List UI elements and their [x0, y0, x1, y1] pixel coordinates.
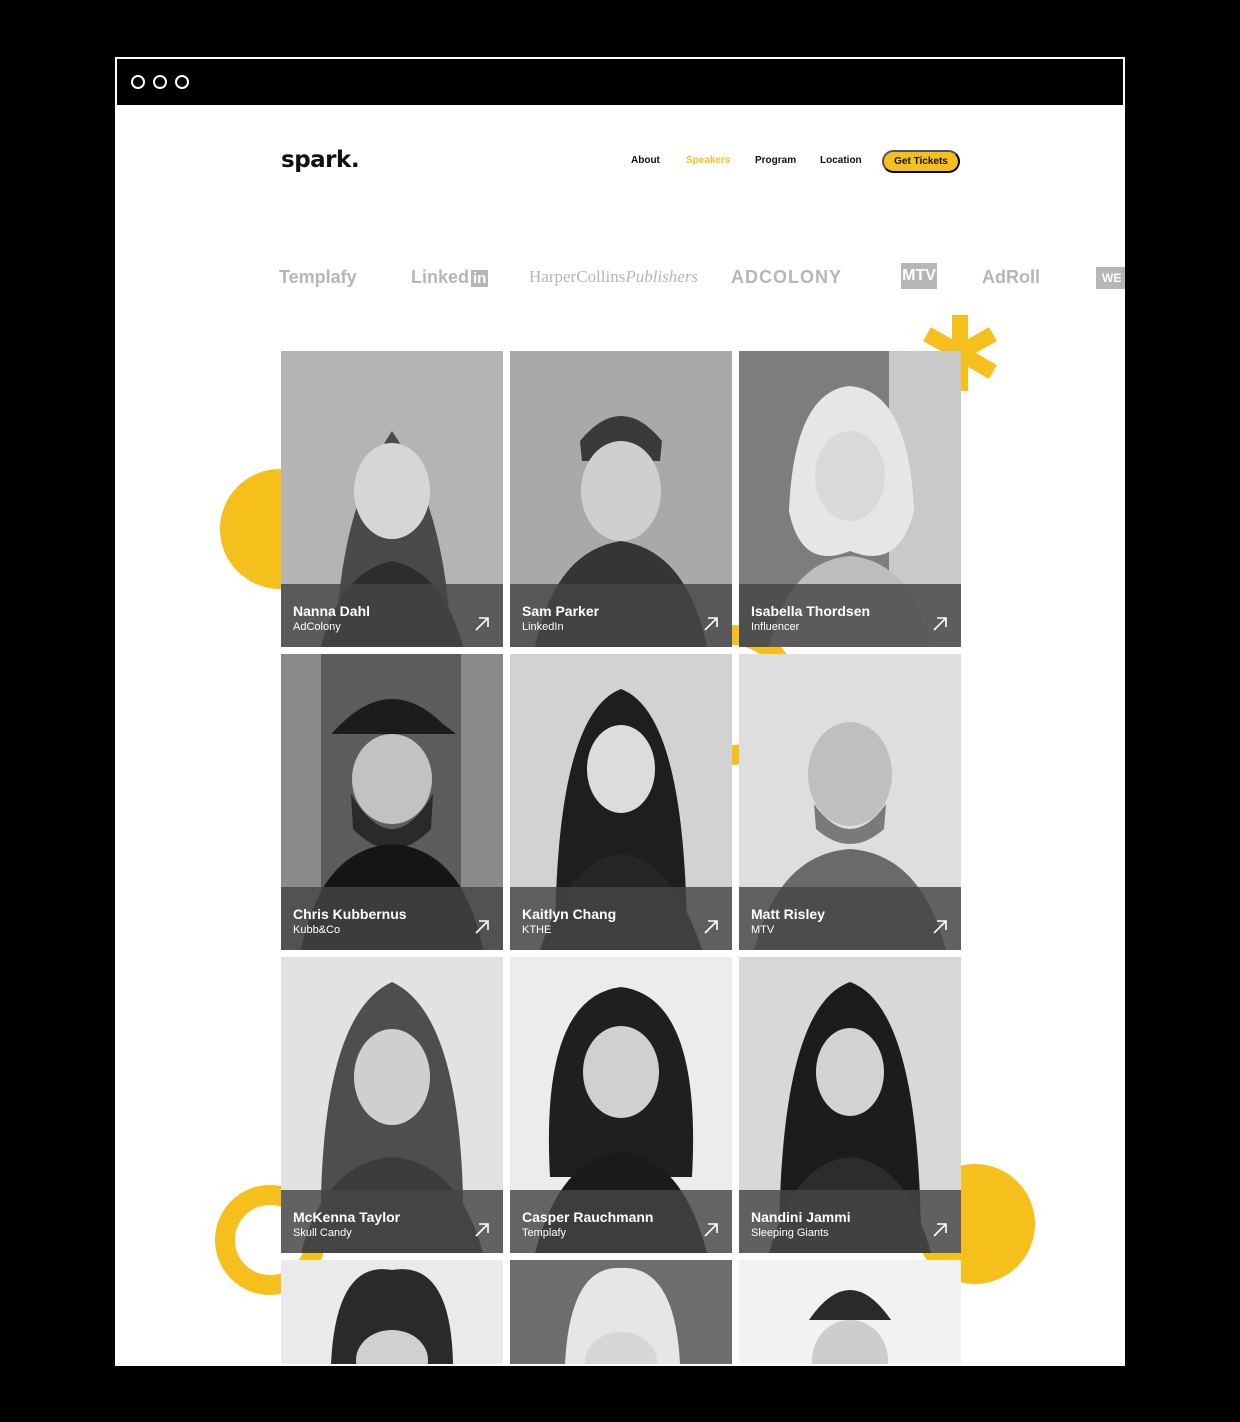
window-dot-icon[interactable] [131, 75, 145, 89]
nav-program[interactable]: Program [755, 155, 796, 166]
window-dot-icon[interactable] [175, 75, 189, 89]
speaker-photo [739, 1260, 961, 1364]
partner-logos: Templafy Linked in HarperCollinsPublisher… [115, 255, 1125, 301]
speaker-company: Kubb&Co [293, 924, 341, 936]
partner-logo-adroll: AdRoll [982, 267, 1040, 287]
speaker-name: Matt Risley [751, 906, 825, 922]
speakers-page: spark. About Speakers Program Location G… [115, 105, 1125, 1366]
speaker-company: LinkedIn [522, 621, 564, 633]
arrow-up-right-icon[interactable] [702, 1221, 720, 1239]
speaker-card[interactable]: Casper Rauchmann Templafy [510, 957, 732, 1253]
speaker-card[interactable]: Sam Parker LinkedIn [510, 351, 732, 647]
speaker-company: Influencer [751, 621, 800, 633]
speaker-info: McKenna Taylor Skull Candy [281, 1190, 503, 1253]
partner-logo-adcolony: ADCOLONY [731, 267, 842, 287]
speaker-name: McKenna Taylor [293, 1209, 401, 1225]
partner-logo-templafy: Templafy [279, 267, 357, 287]
speaker-card[interactable]: Isabella Thordsen Influencer [739, 351, 961, 647]
speaker-info: Matt Risley MTV [739, 887, 961, 950]
speaker-photo [510, 1260, 732, 1364]
speaker-info: Nanna Dahl AdColony [281, 584, 503, 647]
speaker-info: Sam Parker LinkedIn [510, 584, 732, 647]
site-logo[interactable]: spark. [281, 147, 360, 173]
speaker-card[interactable]: Chris Kubbernus Kubb&Co [281, 654, 503, 950]
speaker-photo [281, 1260, 503, 1364]
window-dot-icon[interactable] [153, 75, 167, 89]
speaker-card[interactable]: Matt Risley MTV [739, 654, 961, 950]
partner-logo-cut: WE [1096, 267, 1125, 289]
speaker-name: Sam Parker [522, 603, 600, 619]
speaker-name: Nandini Jammi [751, 1209, 851, 1225]
nav-about[interactable]: About [631, 155, 660, 166]
speaker-card[interactable]: Kaitlyn Chang KTHE [510, 654, 732, 950]
speaker-info: Chris Kubbernus Kubb&Co [281, 887, 503, 950]
arrow-up-right-icon[interactable] [931, 1221, 949, 1239]
speaker-card[interactable]: McKenna Taylor Skull Candy [281, 957, 503, 1253]
speaker-info: Kaitlyn Chang KTHE [510, 887, 732, 950]
speaker-company: AdColony [293, 621, 341, 633]
speaker-info: Nandini Jammi Sleeping Giants [739, 1190, 961, 1253]
speaker-company: MTV [751, 924, 775, 936]
speaker-info: Casper Rauchmann Templafy [510, 1190, 732, 1253]
speaker-card-partial[interactable] [281, 1260, 503, 1364]
speaker-name: Isabella Thordsen [751, 603, 871, 619]
speaker-company: Sleeping Giants [751, 1227, 829, 1239]
speaker-name: Chris Kubbernus [293, 906, 407, 922]
speaker-card-partial[interactable] [739, 1260, 961, 1364]
browser-titlebar [115, 57, 1125, 105]
arrow-up-right-icon[interactable] [702, 615, 720, 633]
arrow-up-right-icon[interactable] [931, 615, 949, 633]
get-tickets-button[interactable]: Get Tickets [882, 150, 960, 173]
browser-window: spark. About Speakers Program Location G… [115, 57, 1125, 1366]
partner-logo-harpercollins: HarperCollinsPublishers [529, 267, 699, 286]
speaker-card[interactable]: Nandini Jammi Sleeping Giants [739, 957, 961, 1253]
speaker-name: Kaitlyn Chang [522, 906, 617, 922]
nav-speakers[interactable]: Speakers [686, 155, 730, 166]
speaker-company: KTHE [522, 924, 552, 936]
speaker-info: Isabella Thordsen Influencer [739, 584, 961, 647]
partner-logo-mtv: MTV [901, 263, 937, 289]
speaker-name: Nanna Dahl [293, 603, 371, 619]
arrow-up-right-icon[interactable] [931, 918, 949, 936]
nav-location[interactable]: Location [820, 155, 862, 166]
speaker-card[interactable]: Nanna Dahl AdColony [281, 351, 503, 647]
arrow-up-right-icon[interactable] [473, 918, 491, 936]
speaker-card-partial[interactable] [510, 1260, 732, 1364]
speaker-name: Casper Rauchmann [522, 1209, 654, 1225]
partner-logo-linkedin: Linked in [411, 267, 489, 287]
arrow-up-right-icon[interactable] [702, 918, 720, 936]
speaker-company: Skull Candy [293, 1227, 352, 1239]
arrow-up-right-icon[interactable] [473, 615, 491, 633]
speaker-company: Templafy [522, 1227, 567, 1239]
arrow-up-right-icon[interactable] [473, 1221, 491, 1239]
